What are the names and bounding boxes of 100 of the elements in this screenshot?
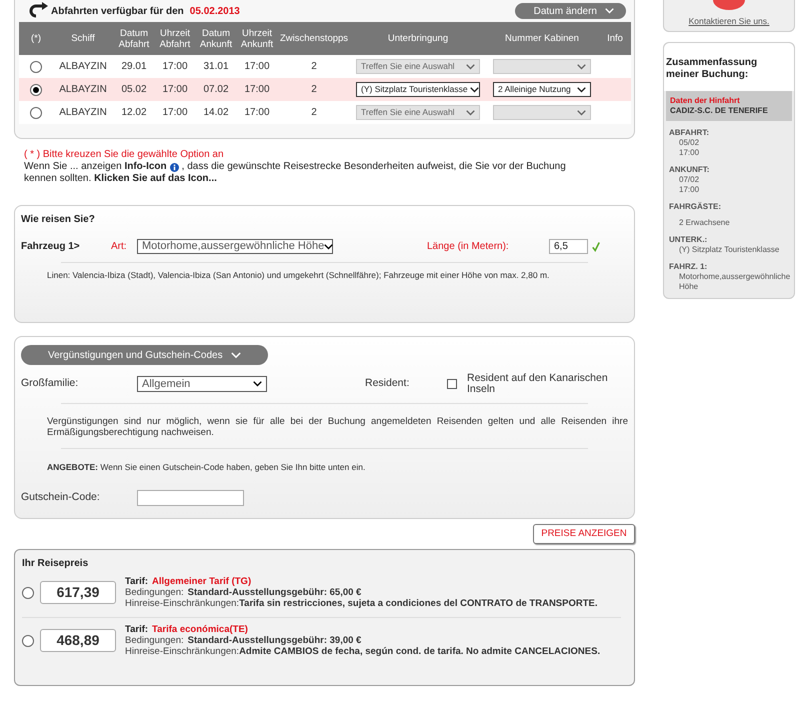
- route: CADIZ-S.C. DE TENERIFE: [670, 106, 769, 116]
- voucher-input[interactable]: [137, 490, 244, 506]
- summary-value: Motorhome,aussergewöhnliche Höhe: [678, 272, 789, 292]
- trip-label: Daten der Hinfahrt: [670, 96, 741, 106]
- section-title: Wie reisen Sie?: [21, 213, 96, 227]
- table-cell-text: 2: [310, 106, 318, 120]
- summary-value: 17:00: [678, 185, 700, 195]
- offers-note: ANGEBOTE: Wenn Sie einen Gutschein-Code haben, geben Sie Ihn bitte unten ein.: [47, 461, 366, 474]
- summary-value: 07/02: [678, 175, 700, 185]
- change-date-button[interactable]: Datum ändern: [515, 3, 626, 19]
- radio-button[interactable]: [22, 586, 34, 598]
- column-header: Uhrzeit Abfahrt: [158, 28, 192, 50]
- restrictions-text: Hinreise-Einschränkungen:Admite CAMBIOS de fecha, según cond. de tarifa. No admite CANCELACIONES.: [125, 646, 602, 657]
- summary-title: Zusammenfassung meiner Buchung:: [666, 57, 758, 81]
- column-header: Datum Abfahrt: [118, 28, 150, 50]
- table-cell-text: 17:00: [243, 83, 271, 97]
- table-cell-text: 17:00: [161, 106, 189, 120]
- chevron-down-icon: [253, 381, 262, 387]
- summary-label: FAHRGÄSTE:: [669, 202, 722, 212]
- info-note: , dass die gewünschte Reisestrecke Besonderheiten aufweist, die Sie vor der Buchung: [182, 161, 566, 173]
- info-note: Wenn Sie ... anzeigen Info-Icon: [24, 161, 167, 173]
- dropdown[interactable]: 2 Alleinige Nutzung: [493, 82, 591, 97]
- column-header: Info: [606, 33, 624, 44]
- vehicle-label: Fahrzeug 1>: [21, 240, 81, 254]
- resident-label: Resident:: [365, 376, 410, 392]
- section-title: Ihr Reisepreis: [22, 557, 90, 571]
- summary-value: (Y) Sitzplatz Touristenklasse: [678, 245, 780, 255]
- radio-button[interactable]: [22, 634, 34, 646]
- discounts-toggle[interactable]: Vergünstigungen und Gutschein-Codes: [21, 345, 268, 365]
- voucher-label: Gutschein-Code:: [21, 490, 101, 505]
- table-cell-text: 31.01: [202, 60, 230, 74]
- chevron-down-icon: [324, 244, 334, 250]
- chevron-down-icon: [605, 8, 614, 14]
- table-cell-text: 05.02: [120, 83, 148, 97]
- chevron-down-icon: [577, 110, 586, 116]
- contact-link[interactable]: Kontaktieren Sie uns.: [688, 15, 770, 28]
- conditions-label: Bedingungen:: [125, 587, 184, 598]
- departure-row[interactable]: ALBAYZIN 29.01 17:00 31.01 17:00 2 Treffen Sie eine Auswahl: [19, 55, 631, 78]
- chevron-down-icon: [470, 86, 479, 92]
- vehicle-type-dropdown[interactable]: Motorhome,aussergewöhnliche Höhe: [137, 239, 333, 254]
- tariff-label: Tarif:: [125, 576, 148, 587]
- table-cell-text: 29.01: [120, 60, 148, 74]
- summary-value: 05/02: [678, 138, 700, 148]
- restrictions-text: Hinreise-Einschränkungen:Tarifa sin restricciones, sujeta a condiciones del CONTRATO de TRANSPORTE.: [125, 598, 599, 609]
- table-cell-text: 2: [310, 83, 318, 97]
- chevron-down-icon: [466, 64, 475, 70]
- large-family-label: Großfamilie:: [21, 376, 80, 392]
- chevron-down-icon: [577, 86, 586, 92]
- departures-title: Abfahrten verfügbar für den: [51, 4, 184, 18]
- length-label: Länge (in Metern):: [427, 240, 510, 254]
- tariff-name: Tarifa económica(TE): [152, 624, 248, 635]
- table-cell-text: 17:00: [243, 106, 271, 120]
- table-cell-text: ALBAYZIN: [58, 106, 108, 120]
- summary-label: FAHRZ. 1:: [669, 262, 708, 272]
- tariff-label: Tarif:: [125, 624, 148, 635]
- tariff-name: Allgemeiner Tarif (TG): [152, 576, 252, 587]
- table-cell-text: 17:00: [161, 60, 189, 74]
- discounts-note: Vergünstigungen sind nur möglich, wenn sie für alle bei der Buchung angemeldeten Reisenden gelten und alle Reisenden ihre Ermäßigungsberechtigung nachweisen.: [47, 416, 628, 438]
- column-header: Schiff: [70, 33, 96, 44]
- summary-value: 2 Erwachsene: [678, 218, 731, 228]
- conditions-label: Bedingungen:: [125, 635, 184, 646]
- length-input[interactable]: 6,5: [549, 239, 588, 254]
- column-header: Datum Ankunft: [198, 28, 234, 50]
- column-header: Uhrzeit Ankunft: [240, 28, 274, 50]
- table-cell-text: 2: [310, 60, 318, 74]
- table-cell-text: 17:00: [161, 83, 189, 97]
- conditions-value: Standard-Ausstellungsgebühr: 39,00 €: [188, 635, 362, 646]
- table-cell-text: ALBAYZIN: [58, 83, 108, 97]
- column-header: Nummer Kabinen: [504, 33, 580, 44]
- table-cell-text: 17:00: [243, 60, 271, 74]
- chevron-down-icon: [577, 64, 586, 70]
- radio-button[interactable]: [30, 106, 42, 118]
- summary-label: ABFAHRT:: [669, 128, 710, 138]
- table-cell-text: ALBAYZIN: [58, 60, 108, 74]
- dropdown[interactable]: (Y) Sitzplatz Touristenklasse: [356, 82, 480, 97]
- type-label: Art:: [111, 240, 128, 254]
- summary-label: UNTERK.:: [669, 235, 708, 245]
- large-family-dropdown[interactable]: Allgemein: [137, 376, 267, 392]
- chevron-down-icon: [230, 352, 241, 358]
- required-note: ( * ) Bitte kreuzen Sie die gewählte Option an: [24, 149, 225, 161]
- price-box: 617,39: [40, 581, 116, 604]
- resident-option: Resident auf den Kanarischen Inseln: [467, 373, 627, 395]
- departure-date: 05.02.2013: [190, 4, 240, 18]
- summary-value: 17:00: [678, 148, 700, 158]
- table-cell-text: 07.02: [202, 83, 230, 97]
- conditions-value: Standard-Ausstellungsgebühr: 65,00 €: [188, 587, 362, 598]
- price-box: 468,89: [40, 629, 116, 652]
- column-header: (*): [30, 33, 42, 44]
- chevron-down-icon: [466, 110, 475, 116]
- info-icon: [170, 162, 179, 172]
- show-prices-button[interactable]: PREISE ANZEIGEN: [533, 524, 635, 544]
- column-header: Unterbringung: [386, 33, 450, 44]
- departure-row[interactable]: ALBAYZIN 12.02 17:00 14.02 17:00 2 Treffen Sie eine Auswahl: [19, 101, 631, 124]
- radio-button[interactable]: [30, 84, 42, 96]
- radio-button[interactable]: [30, 60, 42, 72]
- departure-row[interactable]: ALBAYZIN 05.02 17:00 07.02 17:00 2 (Y) Sitzplatz Touristenklasse 2 Alleinige Nutzung: [19, 78, 631, 101]
- summary-label: ANKUNFT:: [669, 165, 710, 175]
- table-cell-text: 12.02: [120, 106, 148, 120]
- resident-checkbox[interactable]: [447, 379, 457, 389]
- table-cell-text: 14.02: [202, 106, 230, 120]
